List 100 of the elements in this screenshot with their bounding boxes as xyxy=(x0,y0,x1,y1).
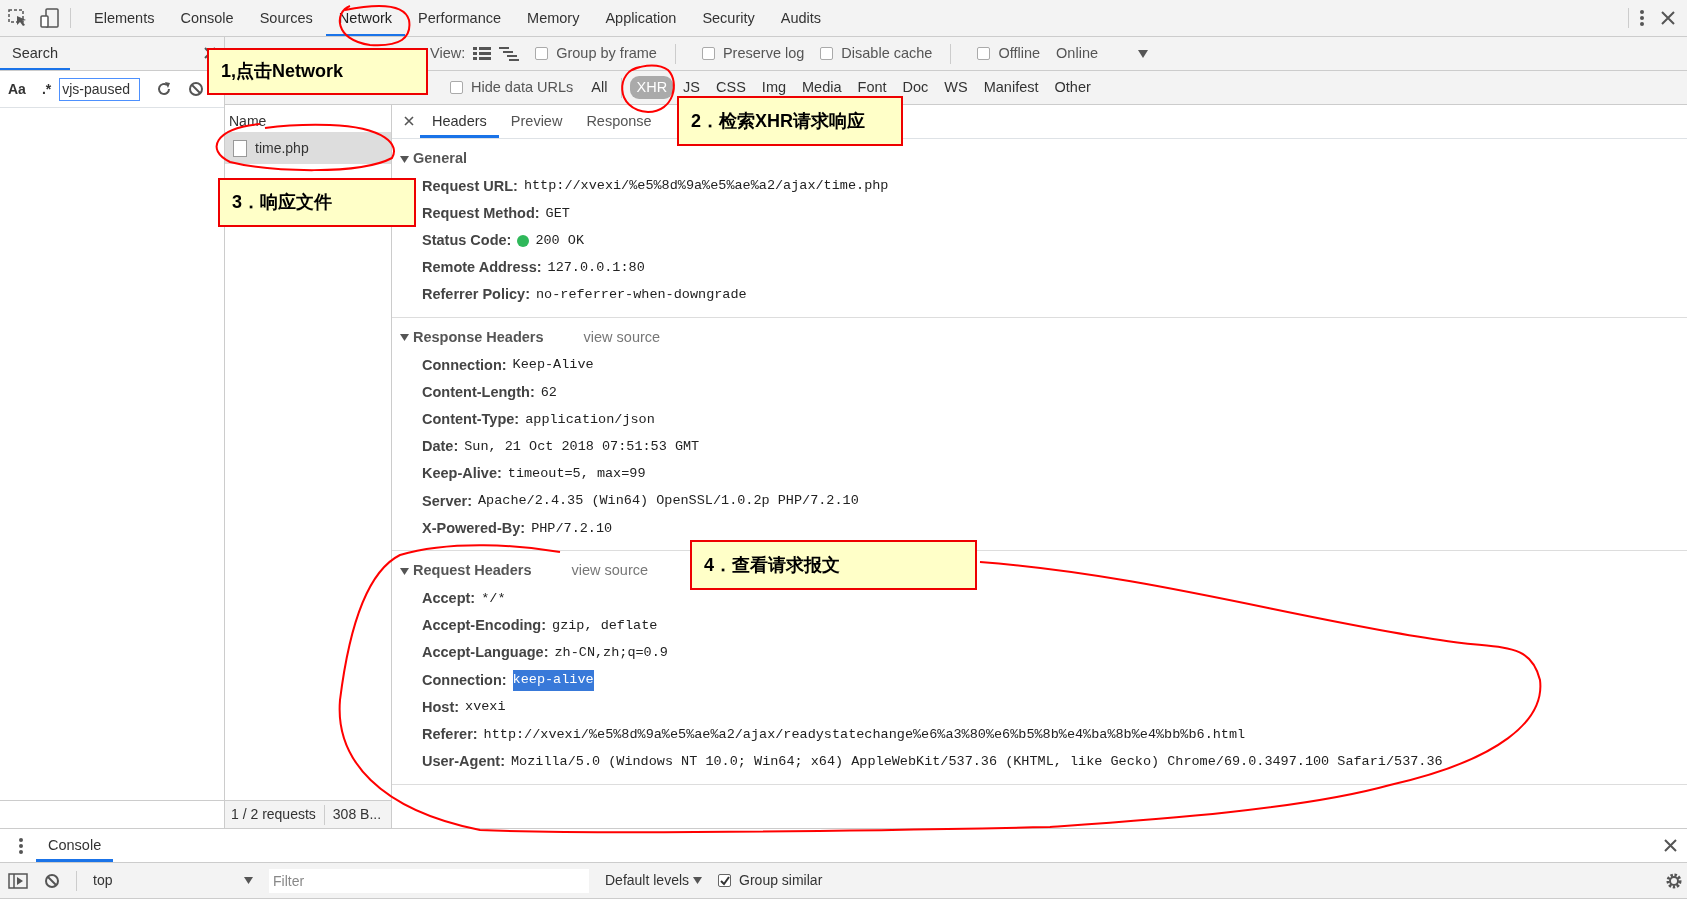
context-select[interactable]: top xyxy=(93,870,253,891)
inspect-icon[interactable] xyxy=(8,9,28,27)
header-value: keep-alive xyxy=(512,670,594,691)
header-name: User-Agent: xyxy=(422,752,505,772)
header-value: application/json xyxy=(525,410,655,429)
checkbox[interactable] xyxy=(820,47,834,60)
dropdown-caret-icon[interactable] xyxy=(1138,49,1148,58)
panel-tab[interactable]: Performance xyxy=(405,0,515,36)
detail-tab[interactable]: Headers xyxy=(420,105,499,138)
option-label: Disable cache xyxy=(841,43,933,63)
clear-icon[interactable] xyxy=(188,81,205,97)
header-value: Keep-Alive xyxy=(512,356,594,375)
section-title[interactable]: Response Headers xyxy=(413,327,544,349)
header-name: Content-Length: xyxy=(422,382,535,402)
view-source-link[interactable]: view source xyxy=(583,327,661,349)
option-label: Group by frame xyxy=(556,43,657,63)
option-label: Preserve log xyxy=(722,43,805,63)
header-value: Apache/2.4.35 (Win64) OpenSSL/1.0.2p PHP/7.2.10 xyxy=(478,492,859,511)
header-name: Accept-Encoding: xyxy=(422,616,547,636)
sidebar-toggle-icon[interactable] xyxy=(8,872,28,889)
waterfall-icon[interactable] xyxy=(499,46,520,61)
collapse-triangle-icon[interactable] xyxy=(400,154,409,164)
header-value: zh-CN,zh;q=0.9 xyxy=(554,644,668,663)
panel-tab[interactable]: Sources xyxy=(246,0,326,36)
option-label: Offline xyxy=(998,43,1041,63)
throttle-select[interactable]: Online xyxy=(1056,42,1098,65)
detail-tab[interactable]: Preview xyxy=(498,105,575,138)
filter-field[interactable]: Filter xyxy=(269,868,589,893)
status-dot xyxy=(517,234,530,247)
more-icon[interactable] xyxy=(1639,9,1645,27)
section-title[interactable]: Request Headers xyxy=(413,560,532,583)
list-view-icon[interactable] xyxy=(473,46,492,61)
more-icon[interactable] xyxy=(18,837,24,854)
panel-tab[interactable]: Console xyxy=(167,0,247,36)
search-field[interactable]: vjs-paused xyxy=(59,77,141,101)
header-value: http://xvexi/%e5%8d%9a%e5%ae%a2/ajax/time.php xyxy=(523,177,889,196)
option-label: Hide data URLs xyxy=(471,77,574,97)
header-name: X-Powered-By: xyxy=(422,518,526,538)
section-title[interactable]: General xyxy=(413,148,467,170)
column-header[interactable]: Name xyxy=(229,111,267,132)
header-value: xvexi xyxy=(465,698,506,717)
header-value: timeout=5, max=99 xyxy=(507,465,646,484)
header-value: PHP/7.2.10 xyxy=(531,519,613,538)
type-filter[interactable]: Manifest xyxy=(977,75,1045,100)
header-name: Remote Address: xyxy=(422,258,542,278)
checkbox[interactable] xyxy=(718,874,732,887)
header-name: Referrer Policy: xyxy=(422,285,530,305)
type-filter[interactable]: All xyxy=(585,75,614,100)
collapse-triangle-icon[interactable] xyxy=(400,333,409,343)
settings-icon[interactable] xyxy=(1665,871,1683,890)
refresh-icon[interactable] xyxy=(156,81,173,97)
type-filter[interactable]: WS xyxy=(938,75,974,100)
header-value: http://xvexi/%e5%8d%9a%e5%ae%a2/ajax/readystatechange%e6%a3%80%e6%b5%8b%e4%ba%8b%e4%bb%b6.html xyxy=(483,725,1246,744)
header-name: Request URL: xyxy=(422,176,518,196)
view-source-link[interactable]: view source xyxy=(571,560,649,583)
header-name: Request Method: xyxy=(422,203,540,223)
annotation-note: 1,点击Network xyxy=(207,48,428,95)
header-name: Accept: xyxy=(422,588,476,608)
header-name: Host: xyxy=(422,697,460,717)
checkbox[interactable] xyxy=(977,47,991,60)
panel-title: Search xyxy=(0,37,70,70)
close-icon[interactable] xyxy=(404,116,414,126)
annotation-note: 4．查看请求报文 xyxy=(690,540,977,590)
ink-loop xyxy=(621,64,675,113)
header-name: Accept-Language: xyxy=(422,643,549,663)
checkbox[interactable] xyxy=(701,47,715,60)
checkbox[interactable] xyxy=(535,47,549,60)
header-name: Status Code: xyxy=(422,231,512,251)
levels-select[interactable]: Default levels xyxy=(605,870,703,891)
device-icon[interactable] xyxy=(40,8,60,28)
request-row[interactable]: time.php xyxy=(225,132,391,164)
panel-tab[interactable]: Audits xyxy=(767,0,835,36)
header-value: no-referrer-when-downgrade xyxy=(536,286,747,305)
header-name: Content-Type: xyxy=(422,410,520,430)
header-value: 62 xyxy=(540,383,557,402)
case-toggle[interactable]: Aa xyxy=(8,78,26,100)
dropdown-caret-icon xyxy=(244,877,253,884)
clear-icon[interactable] xyxy=(44,872,60,889)
panel-tab[interactable]: Security xyxy=(689,0,768,36)
close-icon[interactable] xyxy=(1664,839,1677,852)
option-label: Group similar xyxy=(739,871,823,890)
panel-tab[interactable]: Application xyxy=(592,0,690,36)
header-value: */* xyxy=(481,589,506,608)
request-count: 1 / 2 requests xyxy=(231,805,316,824)
panel-tab[interactable]: Elements xyxy=(81,0,168,36)
transfer-size: 308 B... xyxy=(332,805,382,824)
regex-toggle[interactable]: .* xyxy=(41,78,52,100)
collapse-triangle-icon[interactable] xyxy=(400,566,409,576)
header-value: Mozilla/5.0 (Windows NT 10.0; Win64; x64) AppleWebKit/537.36 (KHTML, like Gecko) Chrome/69.0.3497.100 Safari/537.36 xyxy=(511,752,1443,771)
header-name: Server: xyxy=(422,491,472,511)
header-name: Referer: xyxy=(422,724,478,744)
close-icon[interactable] xyxy=(1661,11,1675,25)
detail-tab[interactable]: Response xyxy=(574,105,664,138)
checkbox[interactable] xyxy=(450,81,463,94)
toolbar-label: View: xyxy=(430,43,466,63)
header-value: 200 OK xyxy=(535,231,585,250)
header-value: Sun, 21 Oct 2018 07:51:53 GMT xyxy=(464,437,700,456)
type-filter[interactable]: Other xyxy=(1048,75,1097,100)
header-value: gzip, deflate xyxy=(552,616,658,635)
panel-tab[interactable]: Memory xyxy=(514,0,593,36)
